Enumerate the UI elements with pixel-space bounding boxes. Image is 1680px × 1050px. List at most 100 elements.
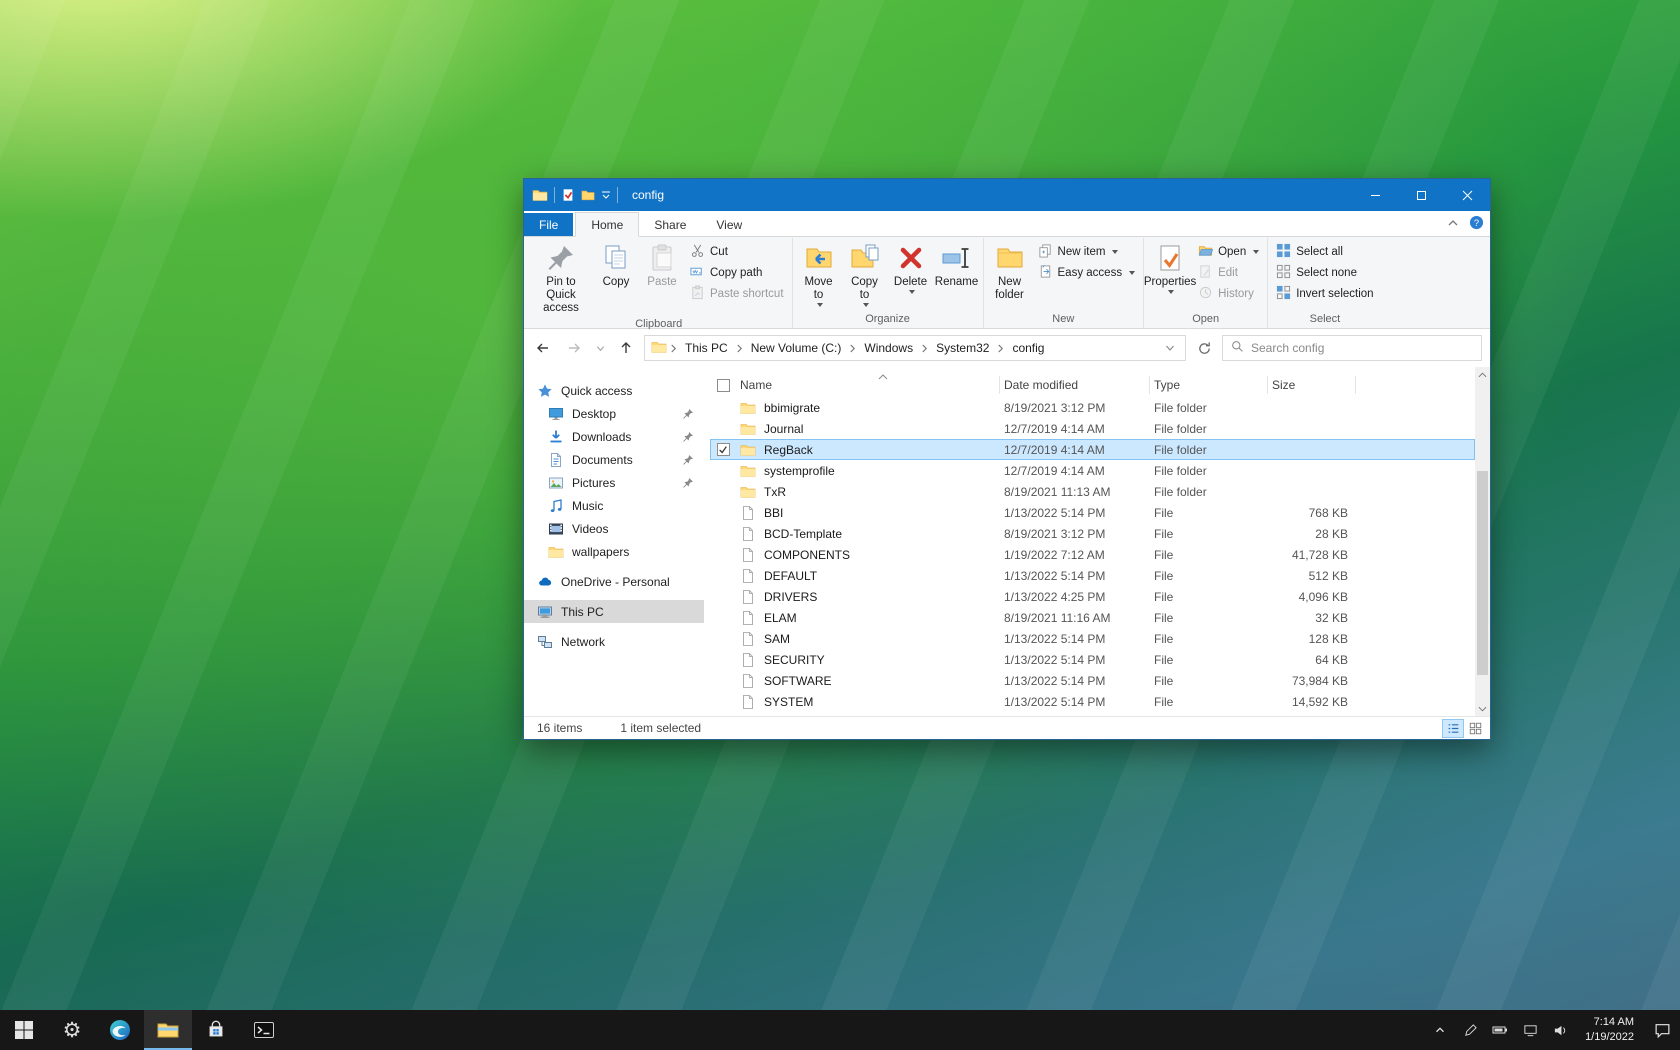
search-box[interactable]	[1222, 335, 1482, 361]
address-dropdown-icon[interactable]	[1159, 343, 1181, 353]
file-row[interactable]: TxR 8/19/2021 11:13 AM File folder	[710, 481, 1475, 502]
close-button[interactable]	[1444, 179, 1490, 211]
file-row[interactable]: SAM 1/13/2022 5:14 PM File 128 KB	[710, 628, 1475, 649]
action-center-icon[interactable]	[1644, 1010, 1680, 1050]
tab-view[interactable]: View	[701, 213, 757, 236]
tray-network-icon[interactable]	[1515, 1010, 1545, 1050]
sidebar-item-wallpapers[interactable]: wallpapers	[524, 540, 704, 563]
address-bar[interactable]: This PC New Volume (C:) Windows System32 con…	[644, 335, 1186, 361]
pin-to-quick-access-button[interactable]: Pin to Quick access	[529, 238, 593, 317]
scroll-down-icon[interactable]	[1475, 701, 1490, 716]
qat-new-folder-icon[interactable]	[581, 188, 595, 202]
file-row[interactable]: ELAM 8/19/2021 11:16 AM File 32 KB	[710, 607, 1475, 628]
up-button[interactable]	[613, 335, 639, 361]
file-row[interactable]: RegBack 12/7/2019 4:14 AM File folder	[710, 439, 1475, 460]
icons-view-button[interactable]	[1464, 719, 1486, 738]
breadcrumb-segment[interactable]: Windows	[857, 338, 920, 358]
header-checkbox[interactable]	[710, 376, 736, 394]
file-row[interactable]: Journal 12/7/2019 4:14 AM File folder	[710, 418, 1475, 439]
back-button[interactable]	[530, 335, 556, 361]
cut-button[interactable]: Cut	[685, 241, 789, 262]
ribbon-collapse-icon[interactable]	[1447, 217, 1459, 232]
tab-share[interactable]: Share	[639, 213, 701, 236]
search-input[interactable]	[1251, 341, 1473, 355]
tab-home[interactable]: Home	[575, 212, 640, 237]
breadcrumb-segment[interactable]: This PC	[678, 338, 735, 358]
tray-chevron-up-icon[interactable]	[1425, 1010, 1455, 1050]
details-view-button[interactable]	[1442, 718, 1464, 738]
sort-ascending-icon[interactable]	[878, 369, 888, 383]
scrollbar-thumb[interactable]	[1477, 471, 1488, 676]
help-icon[interactable]: ?	[1469, 215, 1484, 233]
copy-path-button[interactable]: Copy path	[685, 262, 789, 283]
copy-button[interactable]: Copy	[593, 238, 639, 290]
command-prompt-taskbar-icon[interactable]	[240, 1010, 288, 1050]
sidebar-item-music[interactable]: Music	[524, 494, 704, 517]
sidebar-item-downloads[interactable]: Downloads	[524, 425, 704, 448]
file-explorer-taskbar-icon[interactable]	[144, 1010, 192, 1050]
open-button[interactable]: Open	[1193, 241, 1264, 262]
file-name: DEFAULT	[764, 568, 818, 583]
column-header-type[interactable]: Type	[1150, 376, 1268, 394]
scrollbar-track[interactable]	[1475, 382, 1490, 701]
minimize-button[interactable]	[1352, 179, 1398, 211]
file-row[interactable]: SECURITY 1/13/2022 5:14 PM File 64 KB	[710, 649, 1475, 670]
new-folder-button[interactable]: New folder	[987, 238, 1033, 303]
sidebar-item-videos[interactable]: Videos	[524, 517, 704, 540]
sidebar-item-desktop[interactable]: Desktop	[524, 402, 704, 425]
paste-shortcut-button[interactable]: Paste shortcut	[685, 283, 789, 304]
copy-to-button[interactable]: Copy to	[842, 238, 888, 308]
forward-button[interactable]	[561, 335, 587, 361]
tray-pen-icon[interactable]	[1455, 1010, 1485, 1050]
row-checkbox[interactable]	[716, 443, 730, 456]
breadcrumb-segment[interactable]: config	[1005, 338, 1051, 358]
sidebar-item-pictures[interactable]: Pictures	[524, 471, 704, 494]
scroll-up-icon[interactable]	[1475, 367, 1490, 382]
history-button[interactable]: History	[1193, 283, 1264, 304]
file-row[interactable]: systemprofile 12/7/2019 4:14 AM File folde…	[710, 460, 1475, 481]
file-row[interactable]: COMPONENTS 1/19/2022 7:12 AM File 41,728 KB	[710, 544, 1475, 565]
column-header-name[interactable]: Name	[736, 376, 1000, 394]
tray-volume-icon[interactable]	[1545, 1010, 1575, 1050]
select-none-button[interactable]: Select none	[1271, 262, 1378, 283]
breadcrumb-segment[interactable]: New Volume (C:)	[744, 338, 849, 358]
breadcrumb-segment[interactable]: System32	[929, 338, 996, 358]
edit-button[interactable]: Edit	[1193, 262, 1264, 283]
start-button[interactable]	[0, 1010, 48, 1050]
sidebar-item-onedrive-personal[interactable]: OneDrive - Personal	[524, 570, 704, 593]
column-header-date-modified[interactable]: Date modified	[1000, 376, 1150, 394]
tray-battery-icon[interactable]	[1485, 1010, 1515, 1050]
rename-button[interactable]: Rename	[934, 238, 980, 290]
sidebar-item-documents[interactable]: Documents	[524, 448, 704, 471]
file-row[interactable]: DRIVERS 1/13/2022 4:25 PM File 4,096 KB	[710, 586, 1475, 607]
vertical-scrollbar[interactable]	[1475, 367, 1490, 716]
file-row[interactable]: BBI 1/13/2022 5:14 PM File 768 KB	[710, 502, 1475, 523]
taskbar-clock[interactable]: 7:14 AM 1/19/2022	[1575, 1010, 1644, 1050]
properties-button[interactable]: Properties	[1144, 238, 1196, 295]
file-row[interactable]: SOFTWARE 1/13/2022 5:14 PM File 73,984 KB	[710, 670, 1475, 691]
new-item-button[interactable]: New item	[1033, 241, 1141, 262]
sidebar-item-network[interactable]: Network	[524, 630, 704, 653]
refresh-icon[interactable]	[1191, 335, 1217, 361]
file-row[interactable]: SYSTEM 1/13/2022 5:14 PM File 14,592 KB	[710, 691, 1475, 712]
file-row[interactable]: bbimigrate 8/19/2021 3:12 PM File folder	[710, 397, 1475, 418]
maximize-button[interactable]	[1398, 179, 1444, 211]
sidebar-item-this-pc[interactable]: This PC	[524, 600, 704, 623]
recent-locations-icon[interactable]	[592, 335, 608, 361]
paste-button[interactable]: Paste	[639, 238, 685, 290]
invert-selection-button[interactable]: Invert selection	[1271, 283, 1378, 304]
column-header-size[interactable]: Size	[1268, 376, 1356, 394]
edge-taskbar-icon[interactable]	[96, 1010, 144, 1050]
qat-customize-icon[interactable]	[601, 190, 611, 200]
easy-access-button[interactable]: Easy access	[1033, 262, 1141, 283]
file-row[interactable]: BCD-Template 8/19/2021 3:12 PM File 28 KB	[710, 523, 1475, 544]
file-row[interactable]: DEFAULT 1/13/2022 5:14 PM File 512 KB	[710, 565, 1475, 586]
qat-properties-icon[interactable]	[561, 188, 575, 202]
select-all-button[interactable]: Select all	[1271, 241, 1378, 262]
sidebar-item-quick-access[interactable]: Quick access	[524, 379, 704, 402]
store-taskbar-icon[interactable]	[192, 1010, 240, 1050]
move-to-button[interactable]: Move to	[796, 238, 842, 308]
tab-file[interactable]: File	[524, 213, 574, 236]
settings-taskbar-icon[interactable]: ⚙	[48, 1010, 96, 1050]
delete-button[interactable]: Delete	[888, 238, 934, 295]
